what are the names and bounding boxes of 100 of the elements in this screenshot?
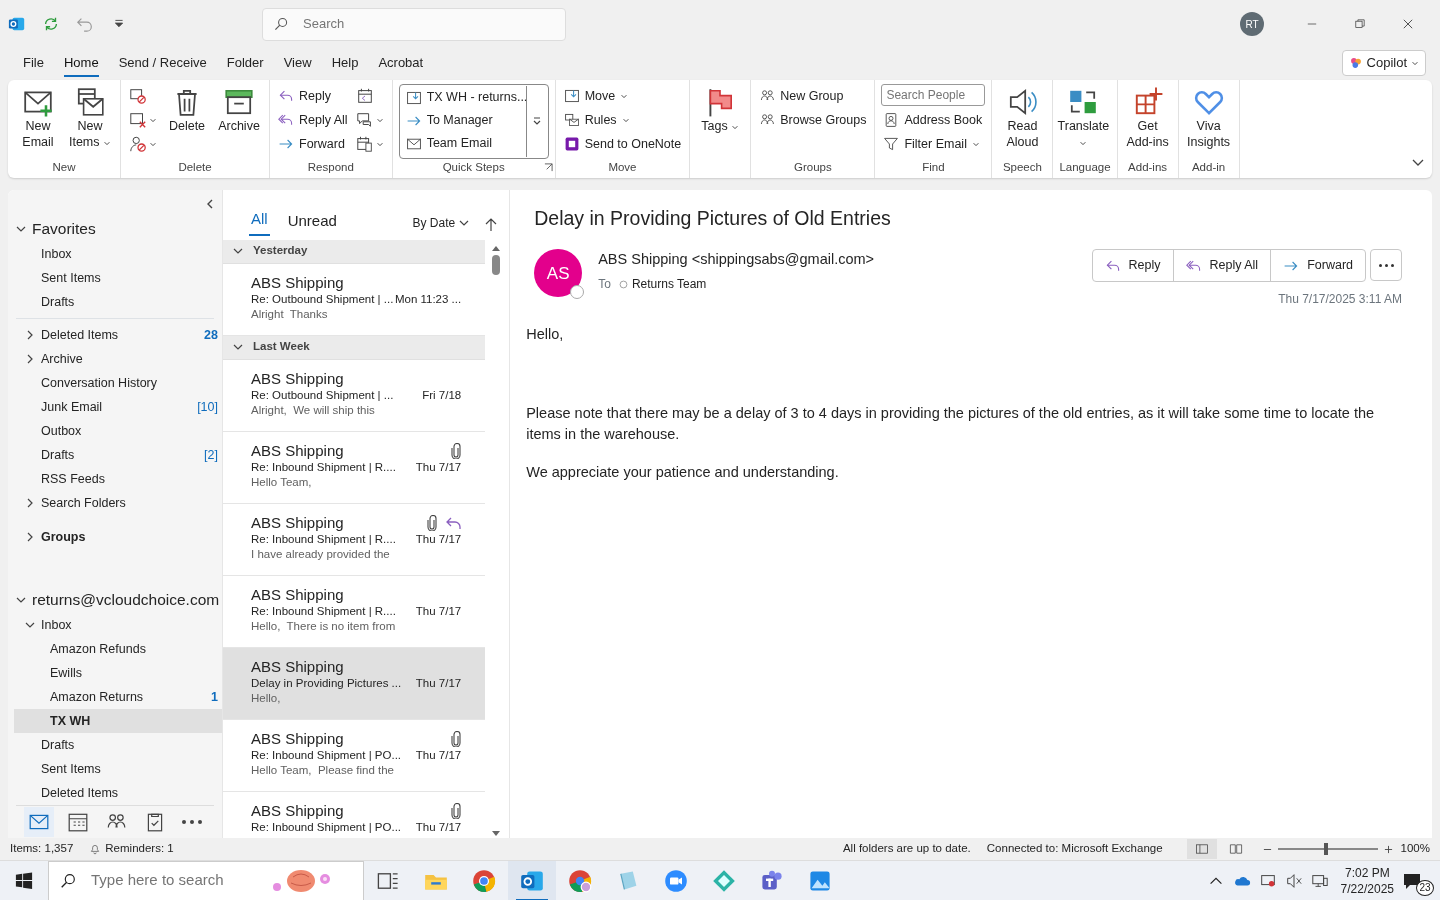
search-field[interactable]: Search — [262, 7, 566, 41]
menu-tab[interactable]: Send / Receive — [109, 49, 216, 77]
folder-item[interactable]: Groups — [14, 525, 222, 549]
sender-address: ABS Shipping <shippingsabs@gmail.com> — [598, 250, 875, 270]
folder-item[interactable]: Junk Email [10] — [14, 395, 222, 419]
folder-item[interactable]: Outbox — [14, 419, 222, 443]
sender-name: ABS Shipping — [251, 441, 345, 460]
folder-item[interactable]: Inbox — [14, 613, 222, 637]
taskbar-app[interactable] — [508, 860, 556, 900]
reminders[interactable]: Reminders: 1 — [89, 840, 174, 858]
ribbon-button[interactable]: Tags — [696, 84, 745, 135]
chevron-down-icon — [233, 246, 243, 256]
quick-step-button[interactable]: TX WH - returns... — [403, 86, 526, 109]
recipient[interactable]: Returns Team — [618, 275, 707, 293]
sort-direction-button[interactable] — [485, 217, 498, 232]
message-item[interactable]: ABS Shipping Re: Outbound Shipment | ... Alright, We will ship this Fri 7/18 — [223, 359, 486, 432]
action-button[interactable]: Reply All — [1173, 250, 1272, 281]
folder-item[interactable]: Conversation History — [14, 371, 222, 395]
ribbon-button[interactable]: Reply — [276, 84, 350, 108]
message-item[interactable]: ABS Shipping Re: Inbound Shipment | R.... I have already provided the Thu 7/17 — [223, 503, 486, 576]
ribbon-button[interactable]: Filter Email — [881, 132, 986, 156]
quick-step-button[interactable]: To Manager — [403, 109, 526, 132]
view-button[interactable] — [1186, 839, 1217, 859]
sender-name: ABS Shipping — [251, 801, 345, 820]
folder-item[interactable]: Drafts — [14, 290, 222, 314]
ribbon-button[interactable]: Move — [561, 84, 684, 108]
restore-icon — [1353, 17, 1367, 31]
quick-step-button[interactable]: Team Email — [403, 132, 526, 155]
copilot-button[interactable]: Copilot — [1341, 50, 1426, 76]
message-item[interactable]: ABS Shipping Re: Inbound Shipment | PO... Hello Team, Please find the Thu 7/17 — [223, 719, 486, 792]
ribbon-button[interactable]: Send to OneNote — [561, 132, 684, 156]
ribbon-button[interactable]: Address Book — [881, 108, 986, 132]
item-count: Items: 1,357 — [10, 841, 74, 857]
ribbon-button[interactable]: New Items — [66, 84, 114, 151]
message-item[interactable]: ABS Shipping Re: Inbound Shipment | R.... Hello, There is no item from Thu 7/17 — [223, 575, 486, 648]
menu-tab[interactable]: Home — [54, 49, 108, 77]
ribbon-button[interactable]: Delete — [163, 84, 211, 135]
message-item[interactable]: ABS Shipping Delay in Providing Pictures ... Hello, Thu 7/17 — [223, 647, 486, 720]
ribbon-button[interactable]: Read Aloud — [998, 84, 1047, 151]
taskbar-search-field[interactable]: Type here to search — [48, 860, 364, 900]
ribbon-button[interactable]: New Group — [757, 84, 869, 108]
folder-item[interactable]: Sent Items — [14, 757, 222, 781]
message-subject: Re: Inbound Shipment | PO... — [251, 819, 402, 835]
filter-icon — [883, 136, 900, 152]
message-subject: Delay in Providing Pictures ... — [251, 675, 402, 691]
search-people-field[interactable]: Search People — [881, 84, 986, 106]
menu-tab[interactable]: Acrobat — [369, 49, 433, 77]
sort-button[interactable]: By Date — [412, 213, 470, 232]
slider-thumb[interactable] — [1323, 843, 1328, 855]
folder-item[interactable]: Deleted Items — [14, 781, 222, 805]
sender-name: ABS Shipping — [251, 585, 345, 604]
folder-item[interactable]: Inbox — [14, 242, 222, 266]
scroll-thumb[interactable] — [492, 254, 501, 275]
filter-tab[interactable]: All — [249, 204, 270, 236]
message-item[interactable]: ABS Shipping Re: Outbound Shipment | ... Alright Thanks Mon 11:23 ... — [223, 263, 486, 336]
folder-item[interactable]: Drafts [2] — [14, 443, 222, 467]
folder-item[interactable]: Search Folders — [14, 491, 222, 515]
search-input[interactable]: Search — [301, 13, 541, 35]
message-subject: Re: Inbound Shipment | PO... — [251, 747, 402, 763]
group-label: Move — [608, 159, 637, 175]
folder-item[interactable]: Archive — [14, 347, 222, 371]
folder-item[interactable]: Amazon Refunds — [14, 637, 222, 661]
folder-item[interactable]: RSS Feeds — [14, 467, 222, 491]
zoom-in-button[interactable] — [1383, 844, 1393, 854]
ribbon-button[interactable]: Get Add-ins — [1123, 84, 1172, 151]
folder-item[interactable]: Amazon Returns 1 — [14, 685, 222, 709]
normal-view-icon — [1194, 842, 1209, 856]
folder-item[interactable]: returns@vcloudchoice.com — [14, 587, 222, 613]
folder-item[interactable]: Drafts — [14, 733, 222, 757]
ribbon-button[interactable]: Browse Groups — [757, 108, 869, 132]
message-item[interactable]: ABS Shipping Re: Inbound Shipment | R.... Hello Team, Thu 7/17 — [223, 431, 486, 504]
filter-tab[interactable]: Unread — [285, 206, 339, 236]
folder-item[interactable]: Ewills — [14, 661, 222, 685]
action-button[interactable]: Forward — [1271, 250, 1365, 281]
folder-item[interactable]: Sent Items — [14, 266, 222, 290]
notification-button[interactable]: 23 — [1402, 865, 1432, 896]
menu-tab[interactable]: View — [274, 49, 321, 77]
ribbon-button[interactable]: New Email — [14, 84, 62, 151]
folder-item[interactable]: TX WH — [14, 709, 222, 733]
ribbon-button[interactable]: Translate — [1059, 84, 1108, 151]
folder-item[interactable]: Deleted Items 28 — [14, 323, 222, 347]
ribbon-button[interactable]: Reply All — [276, 108, 350, 132]
message-preview: Alright Thanks — [251, 306, 329, 322]
ribbon-button[interactable]: Viva Insights — [1184, 84, 1233, 151]
avatar[interactable]: RT — [1240, 12, 1264, 36]
ribbon-button[interactable]: Forward — [276, 132, 350, 156]
menu-tab[interactable]: Folder — [217, 49, 273, 77]
menu-tab[interactable]: Help — [322, 49, 368, 77]
tray-icon-button[interactable] — [1284, 871, 1303, 890]
menu-tab[interactable]: File — [14, 49, 53, 77]
group-header[interactable]: Last Week — [223, 335, 486, 360]
folder-item[interactable]: Favorites — [14, 216, 222, 242]
nav-button[interactable] — [24, 807, 54, 837]
ribbon-button[interactable]: Archive — [215, 84, 263, 135]
ribbon-button[interactable]: Rules — [561, 108, 684, 132]
item-count: 28 — [204, 326, 219, 344]
taskbar-clock[interactable]: 7:02 PM 7/22/2025 — [1340, 864, 1394, 897]
reading-view-icon — [1228, 842, 1243, 856]
group-header[interactable]: Yesterday — [223, 239, 486, 264]
action-button[interactable]: Reply — [1092, 250, 1174, 281]
